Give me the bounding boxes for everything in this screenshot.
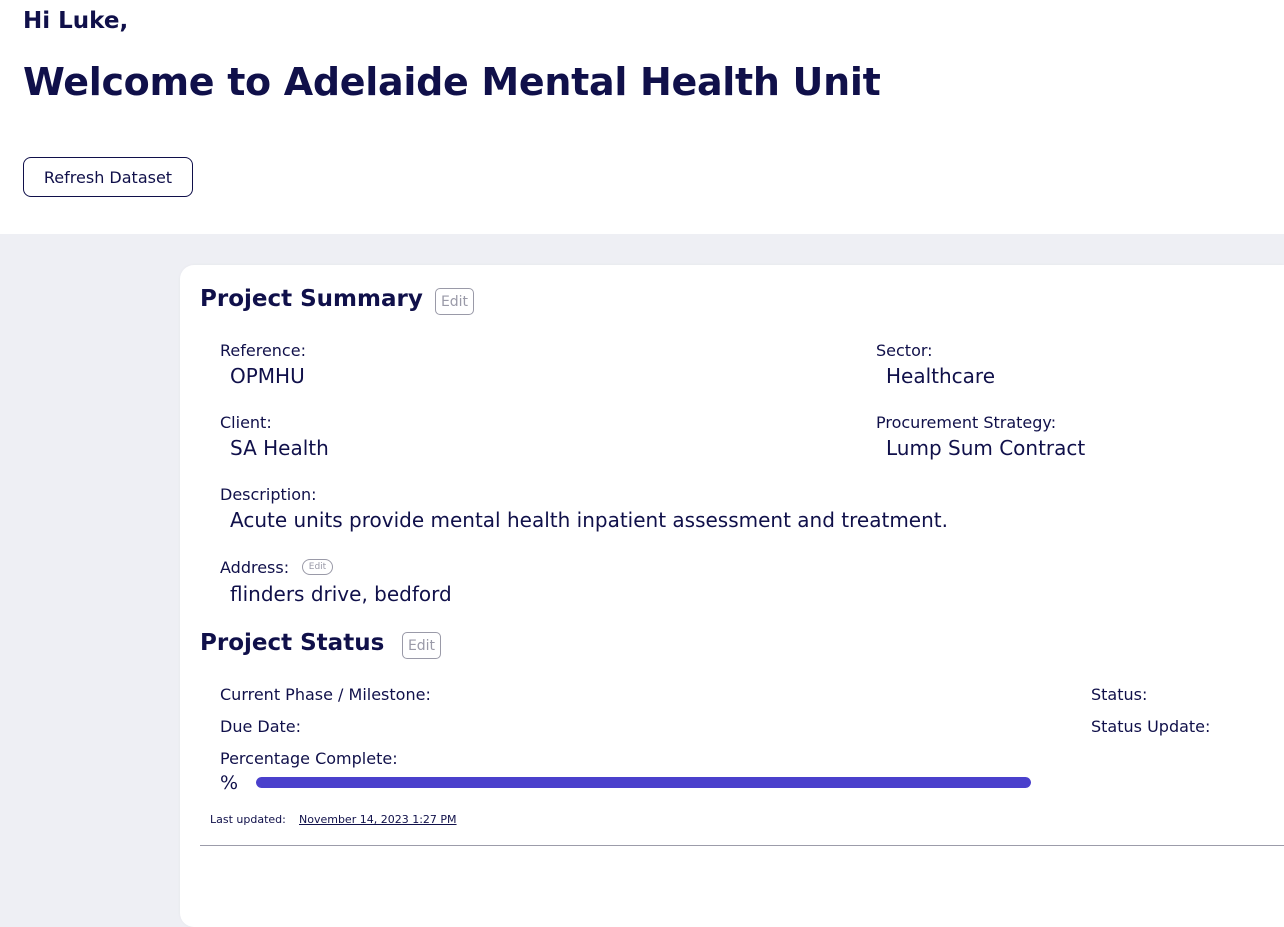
client-label: Client: — [220, 413, 272, 432]
project-summary-title: Project Summary — [200, 286, 423, 312]
due-date-label: Due Date: — [220, 717, 302, 736]
page-header: Hi Luke, Welcome to Adelaide Mental Heal… — [0, 0, 1284, 234]
page-title: Welcome to Adelaide Mental Health Unit — [23, 60, 881, 104]
last-updated-label: Last updated: — [210, 813, 286, 826]
description-value: Acute units provide mental health inpati… — [230, 508, 948, 532]
status-label: Status: — [1091, 685, 1148, 704]
progress-bar — [256, 777, 1031, 788]
current-phase-label: Current Phase / Milestone: — [220, 685, 431, 704]
procurement-strategy-value: Lump Sum Contract — [886, 436, 1086, 460]
greeting-text: Hi Luke, — [23, 8, 129, 34]
reference-label: Reference: — [220, 341, 306, 360]
last-updated-link[interactable]: November 14, 2023 1:27 PM — [299, 813, 457, 826]
project-summary-edit-button[interactable]: Edit — [435, 288, 474, 315]
refresh-dataset-button[interactable]: Refresh Dataset — [23, 157, 193, 197]
status-update-label: Status Update: — [1091, 717, 1211, 736]
reference-value: OPMHU — [230, 364, 305, 388]
address-label: Address: — [220, 558, 290, 577]
sector-value: Healthcare — [886, 364, 996, 388]
percent-value: % — [220, 772, 239, 794]
progress-bar-fill — [256, 777, 1031, 788]
sector-label: Sector: — [876, 341, 933, 360]
procurement-strategy-label: Procurement Strategy: — [876, 413, 1057, 432]
project-status-edit-button[interactable]: Edit — [402, 632, 441, 659]
address-value: flinders drive, bedford — [230, 582, 452, 606]
client-value: SA Health — [230, 436, 329, 460]
project-status-title: Project Status — [200, 630, 385, 656]
description-label: Description: — [220, 485, 317, 504]
percentage-complete-label: Percentage Complete: — [220, 749, 398, 768]
divider — [200, 845, 1284, 846]
address-edit-button[interactable]: Edit — [302, 559, 333, 575]
